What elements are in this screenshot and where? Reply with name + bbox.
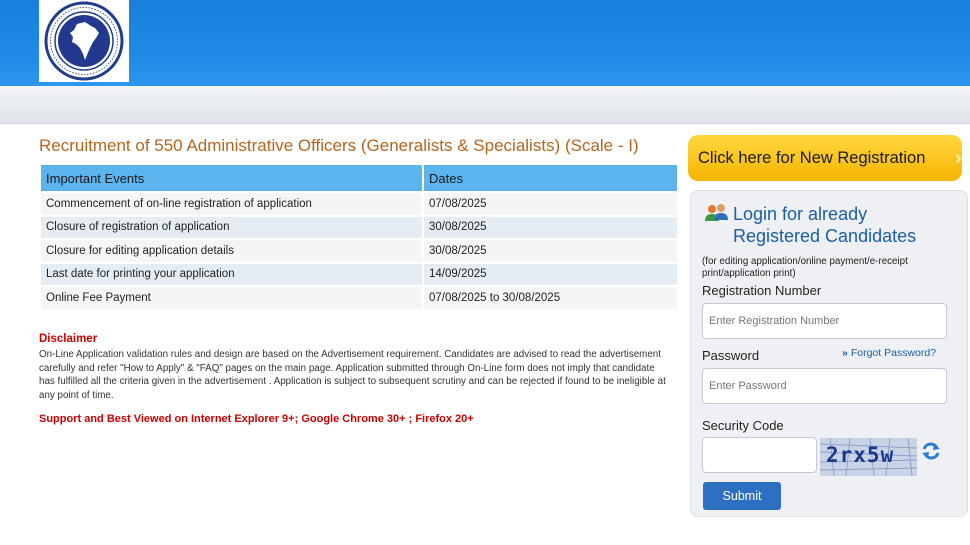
login-heading-line1: Login for already xyxy=(733,204,868,224)
browser-support-note: Support and Best Viewed on Internet Expl… xyxy=(39,413,474,425)
important-events-table: Important Events Dates Commencement of o… xyxy=(39,163,679,311)
table-row: Online Fee Payment 07/08/2025 to 30/08/2… xyxy=(41,287,677,309)
table-row: Closure for editing application details … xyxy=(41,240,677,262)
column-header-dates: Dates xyxy=(424,165,677,191)
page-title: Recruitment of 550 Administrative Office… xyxy=(39,136,639,155)
navigation-bar xyxy=(0,86,970,124)
event-name: Last date for printing your application xyxy=(41,263,422,285)
double-chevron-right-icon: » xyxy=(842,347,848,359)
event-name: Online Fee Payment xyxy=(41,287,422,309)
table-row: Commencement of on-line registration of … xyxy=(41,193,677,215)
event-name: Commencement of on-line registration of … xyxy=(41,193,422,215)
refresh-icon[interactable] xyxy=(920,440,942,462)
event-name: Closure for editing application details xyxy=(41,240,422,262)
event-date: 07/08/2025 xyxy=(424,193,677,215)
captcha-code: 2rx5w xyxy=(826,443,895,467)
table-row: Closure of registration of application 3… xyxy=(41,216,677,238)
event-name: Closure of registration of application xyxy=(41,216,422,238)
site-header xyxy=(0,0,970,86)
password-input[interactable] xyxy=(702,368,947,404)
disclaimer-text: On-Line Application validation rules and… xyxy=(39,349,666,401)
login-heading-line2: Registered Candidates xyxy=(733,226,917,246)
event-date: 30/08/2025 xyxy=(424,216,677,238)
registration-number-label: Registration Number xyxy=(702,283,822,298)
table-row: Last date for printing your application … xyxy=(41,263,677,285)
security-code-label: Security Code xyxy=(702,418,784,433)
password-label: Password xyxy=(702,348,760,363)
disclaimer-heading: Disclaimer xyxy=(39,333,98,345)
new-registration-button[interactable]: Click here for New Registration ›› xyxy=(688,135,964,181)
double-chevron-right-icon: ›› xyxy=(954,147,964,169)
login-heading: Login for already Registered Candidates xyxy=(733,203,916,247)
login-note: (for editing application/online payment/… xyxy=(702,256,908,279)
security-code-input[interactable] xyxy=(702,437,817,473)
table-header-row: Important Events Dates xyxy=(41,165,677,191)
users-icon xyxy=(705,204,728,221)
column-header-events: Important Events xyxy=(41,165,422,191)
event-date: 30/08/2025 xyxy=(424,240,677,262)
submit-button[interactable]: Submit xyxy=(703,482,781,510)
forgot-password-link[interactable]: » Forgot Password? xyxy=(842,347,936,359)
registration-number-input[interactable] xyxy=(702,303,947,339)
event-date: 14/09/2025 xyxy=(424,263,677,285)
new-registration-label: Click here for New Registration xyxy=(698,149,926,167)
company-logo-icon[interactable] xyxy=(39,0,129,82)
event-date: 07/08/2025 to 30/08/2025 xyxy=(424,287,677,309)
forgot-password-label: Forgot Password? xyxy=(850,347,937,359)
